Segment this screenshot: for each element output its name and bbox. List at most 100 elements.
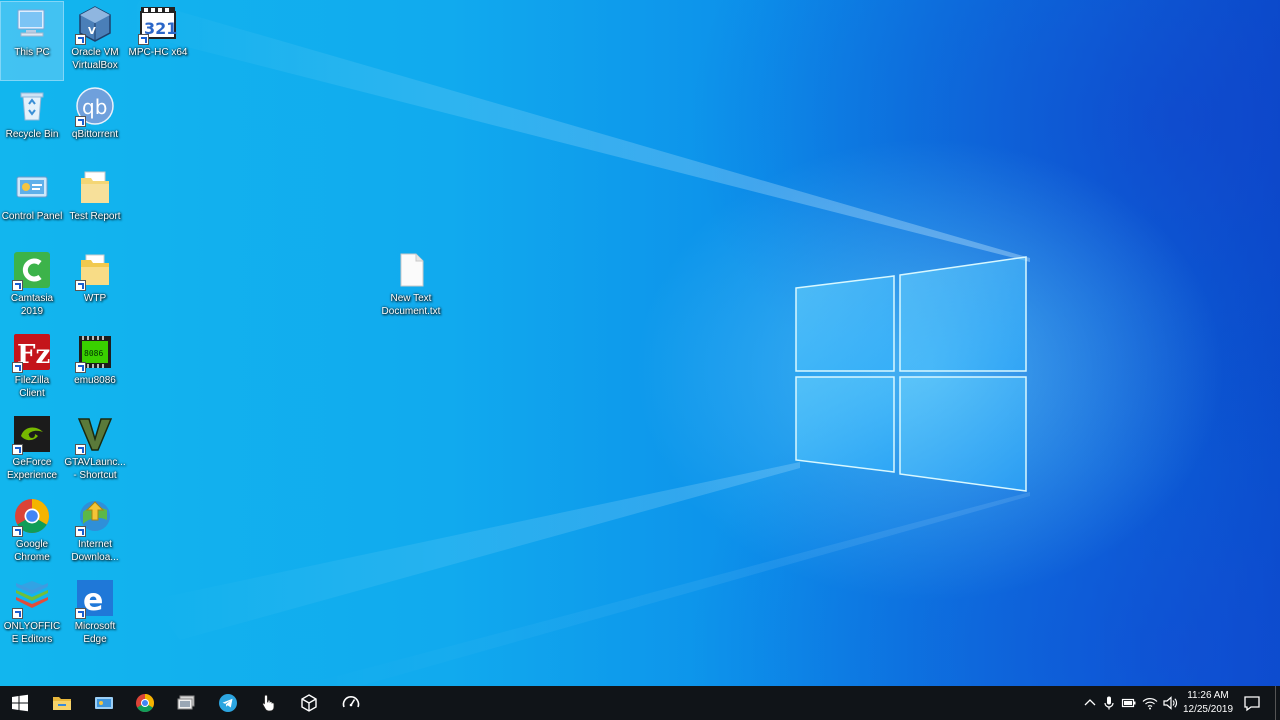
svg-text:321: 321 [144, 19, 177, 38]
shortcut-arrow-icon [75, 608, 86, 619]
desktop-icon-label: WTP [83, 293, 107, 304]
desktop-icon-recycle-bin[interactable]: Recycle Bin [1, 84, 63, 162]
desktop-icon-label: GeForce Experience [6, 457, 58, 481]
shortcut-arrow-icon [12, 280, 23, 291]
folder-icon [75, 250, 115, 291]
battery-icon [1121, 698, 1136, 708]
shortcut-arrow-icon [12, 362, 23, 373]
desktop-icon-this-pc[interactable]: This PC [0, 1, 64, 81]
action-center-button[interactable] [1242, 694, 1262, 712]
clock-date: 12/25/2019 [1182, 704, 1234, 715]
tray-network[interactable] [1142, 695, 1158, 711]
desktop-icon-label: New Text Document.txt [381, 293, 441, 317]
telegram-icon [219, 694, 237, 712]
tray-battery[interactable] [1121, 695, 1137, 711]
desktop-icon-emu8086[interactable]: 8086 emu8086 [64, 330, 126, 408]
desktop-icon-microsoft-edge[interactable]: e Microsoft Edge [64, 576, 126, 654]
emu8086-icon: 8086 [75, 332, 115, 373]
taskbar-file-explorer[interactable] [42, 686, 82, 720]
recycle-bin-icon [12, 86, 52, 126]
computer-icon [12, 4, 52, 44]
show-hidden-icons-button[interactable] [1082, 695, 1098, 711]
desktop-icon-control-panel[interactable]: Control Panel [1, 166, 63, 244]
desktop-icon-camtasia[interactable]: Camtasia 2019 [1, 248, 63, 326]
desktop-icon-filezilla[interactable]: Fz FileZilla Client [1, 330, 63, 408]
desktop-icon-label: ONLYOFFICE Editors [3, 621, 61, 645]
desktop-icon-label: Internet Downloa... [71, 539, 119, 563]
taskbar-control-panel[interactable] [84, 686, 124, 720]
desktop-icon-qbittorrent[interactable]: qb qBittorrent [64, 84, 126, 162]
desktop-icon-google-chrome[interactable]: Google Chrome [1, 494, 63, 572]
desktop-icon-label: Test Report [69, 211, 121, 222]
desktop-icon-wtp[interactable]: WTP [64, 248, 126, 326]
desktop-icon-label: Google Chrome [14, 539, 50, 563]
mpc-hc-icon: 321 [138, 4, 178, 45]
taskbar: 11:26 AM 12/25/2019 [0, 686, 1280, 720]
svg-text:V: V [88, 26, 96, 37]
desktop-icon-onlyoffice[interactable]: ONLYOFFICE Editors [1, 576, 63, 654]
desktop[interactable]: This PC Recycle Bin Control Panel Camtas… [0, 0, 1280, 686]
desktop-icon-internet-download-manager[interactable]: Internet Downloa... [64, 494, 126, 572]
wifi-icon [1142, 698, 1158, 710]
desktop-icon-label: Camtasia 2019 [10, 293, 54, 317]
clock-time: 11:26 AM [1187, 690, 1229, 701]
desktop-icon-label: MPC-HC x64 [128, 47, 188, 58]
shortcut-arrow-icon [75, 444, 86, 455]
desktop-icon-label: qBittorrent [71, 129, 119, 140]
desktop-icon-label: GTAVLaunc... - Shortcut [64, 457, 126, 481]
taskbar-chrome[interactable] [125, 686, 165, 720]
desktop-icon-new-text-document[interactable]: New Text Document.txt [376, 248, 446, 326]
desktop-icon-label: emu8086 [74, 375, 116, 386]
onlyoffice-icon [12, 578, 52, 619]
text-file-icon [391, 250, 431, 290]
shortcut-arrow-icon [12, 608, 23, 619]
gtav-icon [75, 414, 115, 455]
tray-microphone[interactable] [1101, 695, 1117, 711]
chevron-up-icon [1084, 699, 1096, 706]
idm-icon [75, 496, 115, 537]
folder-icon [53, 697, 71, 710]
cube-icon [301, 694, 317, 712]
start-button[interactable] [0, 686, 40, 720]
desktop-icon-virtualbox[interactable]: V Oracle VM VirtualBox [64, 2, 126, 80]
virtualbox-icon: V [75, 4, 115, 45]
taskbar-telegram[interactable] [208, 686, 248, 720]
chrome-icon [136, 694, 154, 713]
shortcut-arrow-icon [12, 526, 23, 537]
taskbar-virtual-machine[interactable] [166, 686, 206, 720]
control-panel-icon [95, 697, 113, 709]
geforce-icon [12, 414, 52, 455]
taskbar-speedometer[interactable] [331, 686, 371, 720]
svg-text:8086: 8086 [84, 349, 103, 358]
shortcut-arrow-icon [12, 444, 23, 455]
shortcut-arrow-icon [75, 526, 86, 537]
desktop-icon-label: Microsoft Edge [74, 621, 116, 645]
speedometer-icon [342, 696, 360, 708]
hand-pointer-icon [262, 694, 275, 712]
camtasia-icon [12, 250, 52, 291]
desktop-icon-label: Recycle Bin [5, 129, 59, 140]
microphone-icon [1104, 696, 1114, 710]
desktop-icon-label: This PC [14, 47, 50, 58]
taskbar-virtualbox[interactable] [289, 686, 329, 720]
qbittorrent-icon: qb [75, 86, 115, 127]
shortcut-arrow-icon [75, 34, 86, 45]
svg-text:e: e [83, 583, 103, 618]
desktop-icon-geforce[interactable]: GeForce Experience [1, 412, 63, 490]
windows-logo-wallpaper [795, 256, 1027, 492]
vm-icon [177, 695, 195, 710]
taskbar-clock[interactable]: 11:26 AM 12/25/2019 [1176, 689, 1240, 717]
notification-icon [1244, 696, 1260, 712]
desktop-icon-mpc-hc[interactable]: 321 MPC-HC x64 [127, 2, 189, 80]
taskbar-pointer-app[interactable] [249, 686, 289, 720]
desktop-icon-label: Control Panel [1, 211, 63, 222]
control-panel-icon [12, 168, 52, 208]
windows-start-icon [12, 694, 28, 712]
desktop-icon-test-report[interactable]: Test Report [64, 166, 126, 244]
desktop-icon-gtav-shortcut[interactable]: GTAVLaunc... - Shortcut [64, 412, 126, 490]
filezilla-icon: Fz [12, 332, 52, 373]
shortcut-arrow-icon [75, 280, 86, 291]
show-desktop-button[interactable] [1275, 686, 1280, 720]
shortcut-arrow-icon [138, 34, 149, 45]
shortcut-arrow-icon [75, 362, 86, 373]
